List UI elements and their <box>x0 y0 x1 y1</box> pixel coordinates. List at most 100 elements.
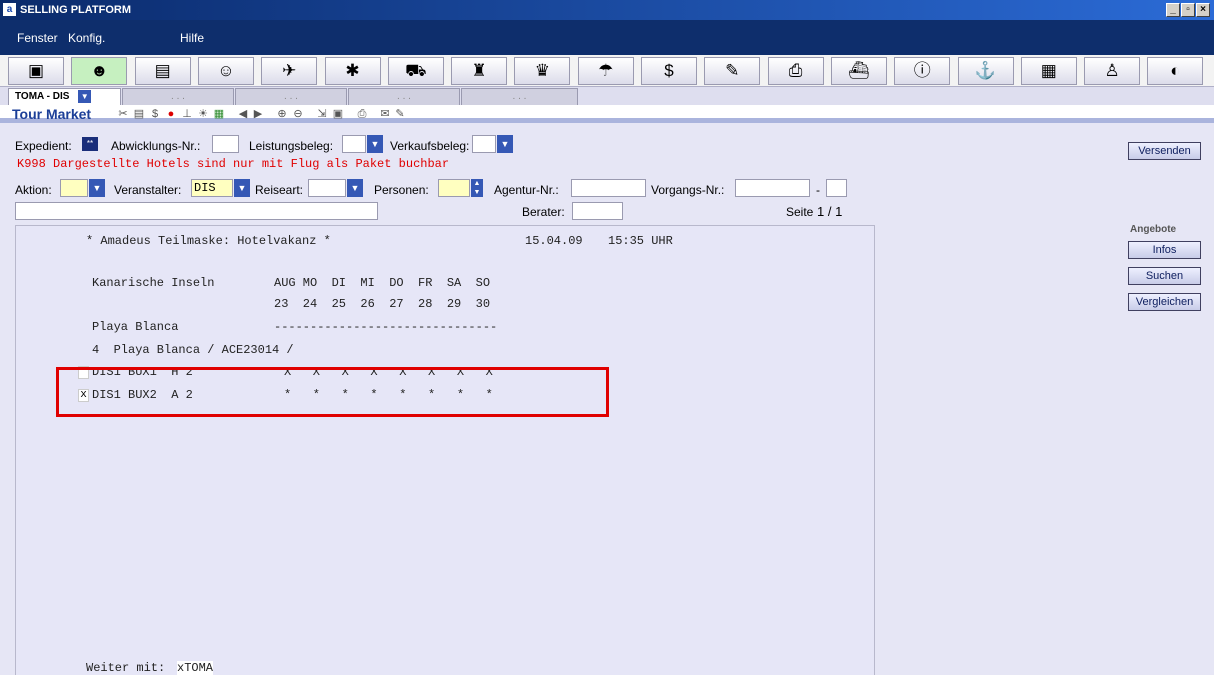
stamp-tool-icon[interactable]: ⊥ <box>180 107 194 121</box>
close-button[interactable]: × <box>1196 3 1210 17</box>
screen-time: 15:35 UHR <box>608 234 673 248</box>
screen-date: 15.04.09 <box>525 234 583 248</box>
info-icon: ⓘ <box>913 61 931 80</box>
suchen-button[interactable]: Suchen <box>1128 267 1201 285</box>
toolbar-button-sunbed[interactable]: ✈ <box>261 57 318 85</box>
chevron-down-icon[interactable]: ▼ <box>78 89 92 103</box>
veranstalter-select[interactable]: DIS <box>191 179 233 197</box>
printer-icon: ⎙ <box>788 61 803 80</box>
chevron-down-icon[interactable]: ▼ <box>89 179 105 197</box>
personen-input[interactable] <box>438 179 470 197</box>
tab-row: TOMA - DIS ▼ . . . . . . . . . . . . <box>0 87 1214 105</box>
screen-hotel: 4 Playa Blanca / ACE23014 / <box>92 343 294 357</box>
tab-empty-4[interactable]: . . . <box>461 88 578 105</box>
reset-tool-icon[interactable]: ● <box>164 107 178 121</box>
toolbar-button-notepad[interactable]: ✎ <box>704 57 761 85</box>
edit-tool-icon[interactable]: ✎ <box>393 107 407 121</box>
toolbar-button-tour-market[interactable]: ☻ <box>71 57 128 85</box>
screen-header: * Amadeus Teilmaske: Hotelvakanz * <box>86 234 331 248</box>
tab-empty-1[interactable]: . . . <box>122 88 234 105</box>
agent-icon: ☺ <box>217 61 235 80</box>
toolbar-button-captain[interactable]: ♙ <box>1084 57 1141 85</box>
save-tool-icon[interactable]: ▣ <box>331 107 345 121</box>
cube-icon: ▣ <box>27 61 45 80</box>
money-icon: $ <box>664 61 674 80</box>
free-text-input[interactable] <box>15 202 378 220</box>
reiseart-select[interactable] <box>308 179 346 197</box>
berater-input[interactable] <box>572 202 623 220</box>
window-title: SELLING PLATFORM <box>20 4 132 16</box>
tab-toma-dis[interactable]: TOMA - DIS ▼ <box>8 88 121 105</box>
toolbar-button-document[interactable]: ▦ <box>1020 57 1077 85</box>
expedient-badge[interactable]: ** <box>82 137 98 151</box>
agentur-input[interactable] <box>571 179 646 197</box>
calendar-tool-icon[interactable]: ▦ <box>212 107 226 121</box>
screen-days-dates: 23 24 25 26 27 28 29 30 <box>274 297 491 311</box>
toolbar-button-cruise[interactable]: ⚓ <box>957 57 1014 85</box>
chevron-down-icon[interactable]: ▼ <box>234 179 250 197</box>
personen-stepper[interactable]: ▲ ▼ <box>471 179 483 197</box>
toolbar-button-hotel-porter[interactable]: ♜ <box>451 57 508 85</box>
toolbar-button-ship[interactable]: ⛴ <box>830 57 887 85</box>
veranstalter-label: Veranstalter: <box>114 183 182 197</box>
minimize-button[interactable]: _ <box>1166 3 1180 17</box>
toolbar-button-globe[interactable]: ◐ <box>1147 57 1204 85</box>
infos-button[interactable]: Infos <box>1128 241 1201 259</box>
export-tool-icon[interactable]: ⇲ <box>315 107 329 121</box>
menu-hilfe[interactable]: Hilfe <box>180 31 204 45</box>
booking-tool-icon[interactable]: ▤ <box>132 107 146 121</box>
money-tool-icon[interactable]: $ <box>148 107 162 121</box>
print-tool-icon[interactable]: ⎙ <box>355 107 369 121</box>
verkaufsbeleg-select[interactable] <box>472 135 496 153</box>
personen-label: Personen: <box>374 183 429 197</box>
vorgang-label: Vorgangs-Nr.: <box>651 183 725 197</box>
tour-market-icon: ☻ <box>90 61 109 80</box>
abwicklung-input[interactable] <box>212 135 239 153</box>
tour-market-title: Tour Market <box>12 106 92 122</box>
berater-label: Berater: <box>522 205 565 219</box>
toolbar-button-bug[interactable]: ✱ <box>324 57 381 85</box>
toolbar-button-agent[interactable]: ☺ <box>197 57 254 85</box>
screen-region: Kanarische Inseln <box>92 276 215 290</box>
aktion-label: Aktion: <box>15 183 52 197</box>
chevron-down-icon[interactable]: ▼ <box>367 135 383 153</box>
angebote-label: Angebote <box>1130 224 1177 235</box>
menu-fenster[interactable]: Fenster <box>17 31 58 45</box>
mail-tool-icon[interactable]: ✉ <box>378 107 392 121</box>
vergleichen-button[interactable]: Vergleichen <box>1128 293 1201 311</box>
vorgang-input[interactable] <box>735 179 810 197</box>
zoom-out-icon[interactable]: ⊖ <box>291 107 305 121</box>
toolbar-button-cube[interactable]: ▣ <box>8 57 64 85</box>
tab-empty-3[interactable]: . . . <box>348 88 460 105</box>
menu-konfig[interactable]: Konfig. <box>68 31 105 45</box>
leistungsbeleg-select[interactable] <box>342 135 366 153</box>
maximize-button[interactable]: ▫ <box>1181 3 1195 17</box>
forward-tool-icon[interactable]: ▶ <box>251 107 265 121</box>
toolbar-button-terminal[interactable]: ▤ <box>134 57 191 85</box>
toolbar-button-info[interactable]: ⓘ <box>894 57 951 85</box>
chevron-down-icon[interactable]: ▼ <box>497 135 513 153</box>
verkaufsbeleg-label: Verkaufsbeleg: <box>390 139 470 153</box>
app-icon: a <box>3 3 16 16</box>
toolbar-button-printer[interactable]: ⎙ <box>767 57 824 85</box>
chevron-down-icon[interactable]: ▼ <box>347 179 363 197</box>
cruise-icon: ⚓ <box>974 61 997 80</box>
toolbar-button-hotel-plus[interactable]: ♛ <box>514 57 571 85</box>
globe-icon: ◐ <box>1170 61 1181 80</box>
terminal-screen[interactable] <box>15 225 875 675</box>
weiter-input[interactable]: xTOMA <box>177 661 214 675</box>
toolbar-button-money[interactable]: $ <box>641 57 697 85</box>
zoom-in-icon[interactable]: ⊕ <box>275 107 289 121</box>
vorgang-suffix-input[interactable] <box>826 179 847 197</box>
aktion-select[interactable] <box>60 179 88 197</box>
versenden-button[interactable]: Versenden <box>1128 142 1201 160</box>
hotel-porter-icon: ♜ <box>471 61 487 80</box>
highlight-box <box>56 367 609 417</box>
toolbar-button-umbrella[interactable]: ☂ <box>577 57 634 85</box>
back-tool-icon[interactable]: ◀ <box>236 107 250 121</box>
toolbar-button-car[interactable]: ⛟ <box>387 57 444 85</box>
cancel-tool-icon[interactable]: ✂ <box>116 107 130 121</box>
sun-tool-icon[interactable]: ☀ <box>196 107 210 121</box>
tab-empty-2[interactable]: . . . <box>235 88 347 105</box>
captain-icon: ♙ <box>1104 61 1120 80</box>
